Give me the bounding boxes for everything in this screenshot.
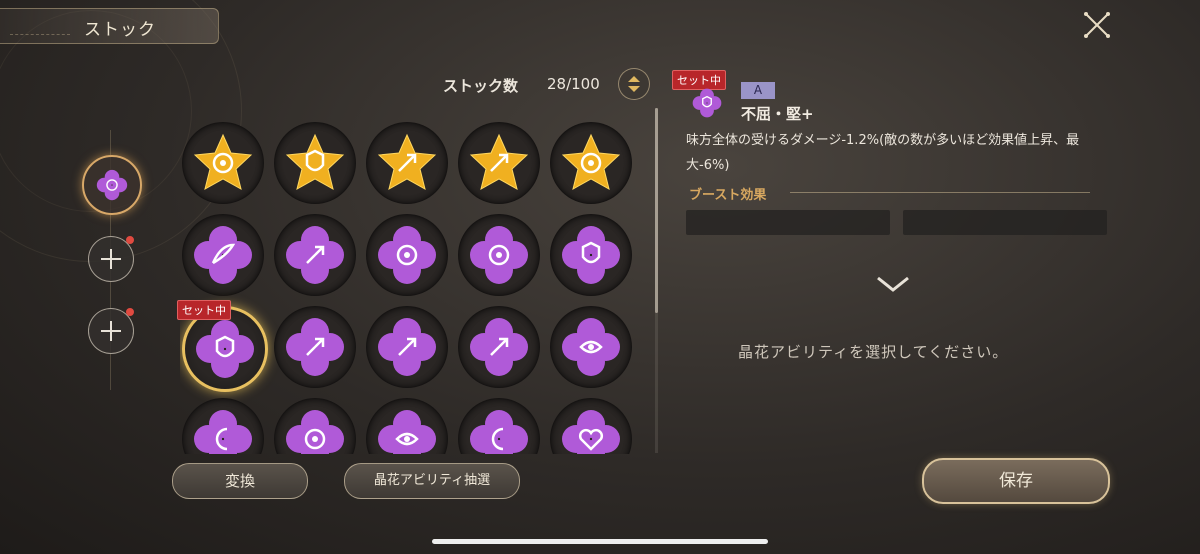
ability-cell[interactable]	[274, 306, 356, 388]
moon-icon	[194, 410, 252, 454]
target-icon	[286, 410, 344, 454]
ability-cell[interactable]	[458, 122, 540, 204]
ability-cell[interactable]	[366, 122, 448, 204]
stock-count: 28/100	[547, 75, 600, 93]
close-button[interactable]	[1082, 10, 1112, 40]
equipped-badge: セット中	[177, 300, 231, 320]
select-prompt: 晶花アビリティを選択してください。	[738, 343, 1009, 361]
arrow-icon	[377, 133, 437, 190]
ability-cell[interactable]	[366, 214, 448, 296]
ability-cell[interactable]	[274, 214, 356, 296]
ability-cell[interactable]	[550, 122, 632, 204]
selected-ability-icon	[692, 88, 722, 118]
divider	[10, 34, 70, 35]
ability-cell[interactable]	[550, 214, 632, 296]
convert-button[interactable]: 変換	[172, 463, 308, 499]
close-icon	[1084, 12, 1110, 38]
sort-button[interactable]	[618, 68, 650, 100]
slot-1[interactable]	[82, 155, 142, 215]
flower-crystal-icon	[96, 169, 128, 201]
wing-icon	[194, 226, 252, 284]
grade-badge: A	[741, 82, 775, 99]
boost-slot-1	[686, 210, 890, 235]
ability-grid	[180, 120, 640, 454]
eye-icon	[378, 410, 436, 454]
ability-cell[interactable]	[274, 398, 356, 454]
ability-cell[interactable]	[458, 398, 540, 454]
arrow-icon	[470, 318, 528, 376]
ability-cell[interactable]	[182, 122, 264, 204]
ability-cell[interactable]	[550, 306, 632, 388]
header-tab: ストック	[0, 8, 219, 44]
ability-cell[interactable]	[182, 398, 264, 454]
page-title: ストック	[84, 20, 156, 40]
target-icon	[378, 226, 436, 284]
ability-cell[interactable]	[366, 398, 448, 454]
divider	[790, 192, 1090, 193]
ability-cell[interactable]	[550, 398, 632, 454]
ability-cell[interactable]	[366, 306, 448, 388]
ability-name: 不屈・堅+	[741, 105, 814, 123]
scrollbar[interactable]	[655, 108, 658, 313]
shield-icon	[562, 226, 620, 284]
ability-cell[interactable]	[458, 306, 540, 388]
target-icon	[193, 133, 253, 190]
slot-3-empty[interactable]	[88, 308, 134, 354]
arrow-icon	[378, 318, 436, 376]
ability-cell[interactable]	[274, 122, 356, 204]
stock-label: ストック数	[443, 77, 519, 95]
heart-icon	[562, 410, 620, 454]
ability-description: 味方全体の受けるダメージ-1.2%(敵の数が多いほど効果値上昇、最大-6%)	[686, 133, 1080, 173]
arrow-icon	[469, 133, 529, 190]
slot-2-empty[interactable]	[88, 236, 134, 282]
ability-cell[interactable]	[458, 214, 540, 296]
chevron-down-icon	[877, 276, 909, 292]
arrow-icon	[286, 226, 344, 284]
notification-dot	[126, 308, 134, 316]
arrow-icon	[286, 318, 344, 376]
boost-slot-2	[903, 210, 1107, 235]
notification-dot	[126, 236, 134, 244]
target-icon	[470, 226, 528, 284]
moon-icon	[470, 410, 528, 454]
home-indicator	[432, 539, 768, 544]
save-button[interactable]: 保存	[922, 458, 1110, 504]
draw-ability-button[interactable]: 晶花アビリティ抽選	[344, 463, 520, 499]
shield-icon	[196, 320, 254, 378]
eye-icon	[562, 318, 620, 376]
sort-icon	[628, 76, 640, 92]
target-icon	[561, 133, 621, 190]
shield-icon	[285, 133, 345, 190]
boost-title: ブースト効果	[689, 188, 767, 203]
ability-cell[interactable]	[182, 214, 264, 296]
